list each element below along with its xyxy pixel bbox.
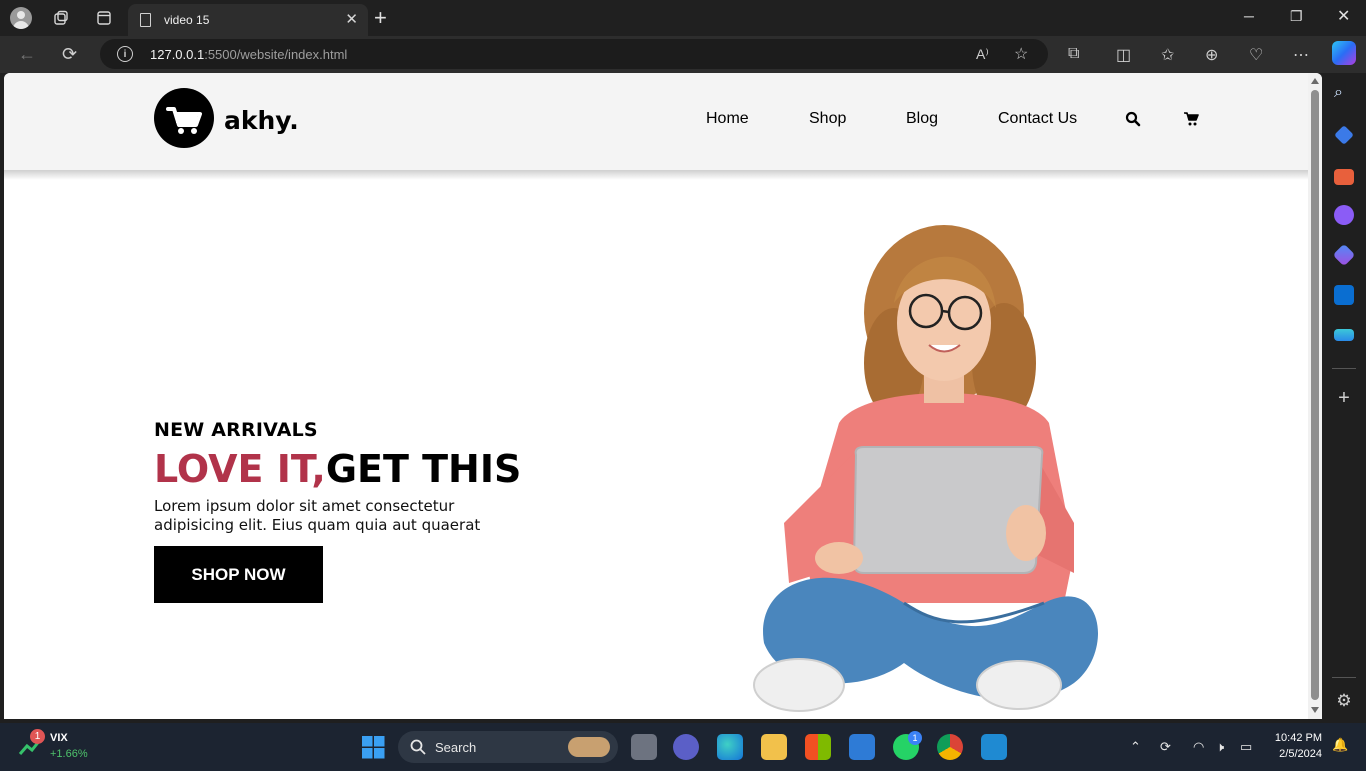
read-aloud-icon[interactable]: A⁾ (976, 46, 989, 63)
add-sidebar-app-icon[interactable]: + (1334, 388, 1354, 409)
sidebar-divider (1332, 368, 1356, 369)
battery-icon[interactable]: ▭ (1240, 739, 1252, 755)
browser-essentials-icon[interactable]: ♡ (1249, 45, 1263, 65)
refresh-button[interactable]: ⟳ (62, 44, 77, 65)
workspaces-icon[interactable] (50, 7, 72, 29)
volume-icon[interactable]: 🕨 (1216, 739, 1224, 755)
hero-title-accent: LOVE IT, (154, 447, 326, 491)
close-window-button[interactable]: ✕ (1337, 6, 1350, 26)
search-icon[interactable] (1125, 111, 1141, 132)
nav-contact[interactable]: Contact Us (998, 110, 1077, 128)
search-icon (410, 739, 426, 755)
hero-description: Lorem ipsum dolor sit amet consectetur a… (154, 497, 481, 534)
address-bar[interactable]: i 127.0.0.1:5500/website/index.html A⁾ ☆ (100, 39, 1048, 69)
collections-icon[interactable]: ⊕ (1205, 45, 1218, 65)
nav-home[interactable]: Home (706, 110, 749, 128)
chrome-icon[interactable] (937, 734, 963, 760)
notification-bell-icon[interactable]: 🔔 (1332, 737, 1348, 753)
favorites-icon[interactable]: ✩ (1161, 45, 1174, 65)
clock-date[interactable]: 2/5/2024 (1272, 748, 1322, 760)
more-menu-icon[interactable]: ⋯ (1293, 45, 1309, 65)
hero-title: LOVE IT,GET THIS (154, 447, 521, 491)
shopping-icon[interactable] (1334, 125, 1354, 145)
windows-taskbar: 1 VIX +1.66% Search 1 ⌃ ⟳ ◠ 🕨 ▭ 10:42 PM… (0, 723, 1366, 771)
drop-icon[interactable] (1334, 329, 1354, 341)
cart-logo-icon[interactable] (154, 88, 214, 148)
clock-time[interactable]: 10:42 PM (1272, 732, 1322, 744)
copilot-icon[interactable] (1332, 41, 1356, 65)
nav-shop[interactable]: Shop (809, 110, 846, 128)
widget-change: +1.66% (50, 748, 88, 760)
scroll-down-arrow-icon[interactable] (1311, 707, 1319, 713)
brand-name[interactable]: akhy. (224, 106, 299, 135)
microsoft-store-icon[interactable] (805, 734, 831, 760)
shop-now-button[interactable]: SHOP NOW (154, 546, 323, 603)
split-screen-icon[interactable]: ◫ (1116, 45, 1131, 65)
microsoft-365-icon[interactable] (1332, 243, 1356, 267)
url-text[interactable]: 127.0.0.1:5500/website/index.html (150, 47, 347, 62)
teams-icon[interactable] (673, 734, 699, 760)
scroll-thumb[interactable] (1311, 90, 1319, 700)
widget-ticker[interactable]: VIX (50, 732, 68, 744)
cart-icon[interactable] (1183, 112, 1199, 131)
back-button[interactable]: ← (18, 44, 36, 65)
edge-sidebar: ⌕ + ⚙ (1322, 73, 1366, 721)
profile-avatar[interactable] (10, 7, 32, 29)
whatsapp-badge: 1 (908, 731, 922, 745)
tab-active[interactable]: video 15 ✕ (128, 4, 368, 36)
favorite-star-icon[interactable]: ☆ (1014, 44, 1028, 64)
outlook-icon[interactable] (1334, 285, 1354, 305)
games-icon[interactable] (1334, 205, 1354, 225)
task-view-icon[interactable] (631, 734, 657, 760)
hero-image (753, 225, 1098, 712)
widget-badge: 1 (30, 729, 45, 744)
wifi-icon[interactable]: ◠ (1193, 739, 1204, 755)
close-tab-icon[interactable]: ✕ (345, 10, 358, 28)
search-sidebar-icon[interactable]: ⌕ (1334, 84, 1354, 104)
new-tab-button[interactable]: + (374, 5, 387, 31)
scroll-up-arrow-icon[interactable] (1311, 78, 1319, 84)
tab-title: video 15 (164, 13, 210, 27)
sync-icon[interactable]: ⟳ (1160, 739, 1171, 755)
file-explorer-icon[interactable] (761, 734, 787, 760)
search-highlight-icon (568, 737, 610, 757)
mail-icon[interactable] (849, 734, 875, 760)
tools-icon[interactable] (1334, 169, 1354, 185)
tab-actions-icon[interactable] (93, 7, 115, 29)
hero-title-rest: GET THIS (325, 447, 522, 491)
nav-blog[interactable]: Blog (906, 110, 938, 128)
sidebar-divider-bottom (1332, 677, 1356, 678)
sidebar-settings-icon[interactable]: ⚙ (1334, 691, 1354, 711)
windows-start-icon[interactable] (362, 736, 385, 759)
search-label: Search (435, 740, 477, 755)
minimize-button[interactable]: ─ (1244, 8, 1254, 24)
page-viewport: akhy. Home Shop Blog Contact Us NEW ARRI… (4, 73, 1322, 719)
document-icon (140, 13, 151, 27)
show-hidden-icons-icon[interactable]: ⌃ (1130, 739, 1141, 755)
taskbar-search[interactable]: Search (398, 731, 618, 763)
edge-app-icon[interactable] (717, 734, 743, 760)
tab-bar: video 15 ✕ + ─ ❐ ✕ (0, 0, 1366, 36)
address-toolbar: ← ⟳ i 127.0.0.1:5500/website/index.html … (0, 36, 1366, 73)
extensions-icon[interactable]: ⧉ (1068, 45, 1079, 63)
vscode-icon[interactable] (981, 734, 1007, 760)
hero-kicker: NEW ARRIVALS (154, 419, 318, 441)
page-scrollbar[interactable] (1308, 73, 1322, 719)
header-shadow (4, 170, 1308, 180)
restore-button[interactable]: ❐ (1290, 8, 1303, 25)
site-header: akhy. Home Shop Blog Contact Us (4, 73, 1308, 170)
site-info-icon[interactable]: i (117, 46, 133, 62)
